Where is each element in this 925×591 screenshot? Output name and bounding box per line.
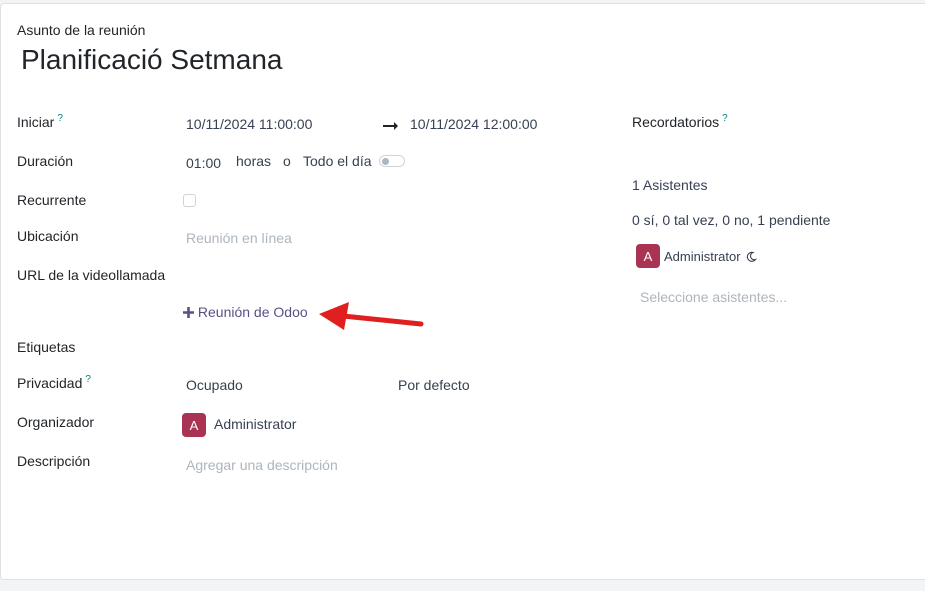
organizer-label: Organizador xyxy=(17,414,95,430)
duration-input[interactable]: 01:00 xyxy=(186,155,221,171)
form-sheet: Asunto de la reunión Planificació Setman… xyxy=(0,3,925,580)
privacy-label-text: Privacidad xyxy=(17,375,83,391)
organizer-name[interactable]: Administrator xyxy=(214,416,296,432)
start-label: Iniciar? xyxy=(17,113,63,130)
plus-icon xyxy=(183,305,194,321)
all-day-label: Todo el día xyxy=(303,153,372,169)
or-text: o xyxy=(283,153,291,169)
start-date-input[interactable]: 10/11/2024 11:00:00 xyxy=(186,116,312,132)
organizer-avatar: A xyxy=(182,413,206,437)
video-url-label: URL de la videollamada xyxy=(17,267,166,283)
all-day-toggle[interactable] xyxy=(379,155,405,167)
attendees-summary: 0 sí, 0 tal vez, 0 no, 1 pendiente xyxy=(632,212,831,228)
reminders-label: Recordatorios? xyxy=(632,113,728,130)
privacy-label: Privacidad? xyxy=(17,374,91,391)
meeting-title-input[interactable]: Planificació Setmana xyxy=(21,44,282,76)
show-as-select[interactable]: Ocupado xyxy=(186,377,243,393)
attendee-name[interactable]: Administrator xyxy=(664,249,741,264)
recurrent-checkbox[interactable] xyxy=(183,194,196,207)
start-label-text: Iniciar xyxy=(17,114,55,130)
long-right-arrow-icon xyxy=(383,118,399,136)
description-label: Descripción xyxy=(17,453,91,469)
attendee-avatar: A xyxy=(636,244,660,268)
start-help-icon[interactable]: ? xyxy=(57,113,63,124)
location-input[interactable]: Reunión en línea xyxy=(186,230,292,246)
reminders-help-icon[interactable]: ? xyxy=(722,113,728,124)
location-label: Ubicación xyxy=(17,228,79,244)
odoo-meeting-label: Reunión de Odoo xyxy=(197,304,308,320)
attendees-count: 1 Asistentes xyxy=(632,177,708,193)
tags-label: Etiquetas xyxy=(17,339,76,355)
duration-unit: horas xyxy=(236,153,272,169)
odoo-meeting-button[interactable]: Reunión de Odoo xyxy=(183,304,308,321)
reminders-label-text: Recordatorios xyxy=(632,114,720,130)
duration-label: Duración xyxy=(17,153,74,169)
attendees-input[interactable]: Seleccione asistentes... xyxy=(640,289,787,305)
subject-label: Asunto de la reunión xyxy=(17,22,146,38)
end-date-input[interactable]: 10/11/2024 12:00:00 xyxy=(410,116,537,132)
privacy-help-icon[interactable]: ? xyxy=(85,374,91,385)
moon-icon xyxy=(745,250,757,268)
description-input[interactable]: Agregar una descripción xyxy=(186,457,338,473)
red-arrow-annotation xyxy=(317,300,425,339)
recurrent-label: Recurrente xyxy=(17,192,87,208)
privacy-select[interactable]: Por defecto xyxy=(398,377,470,393)
